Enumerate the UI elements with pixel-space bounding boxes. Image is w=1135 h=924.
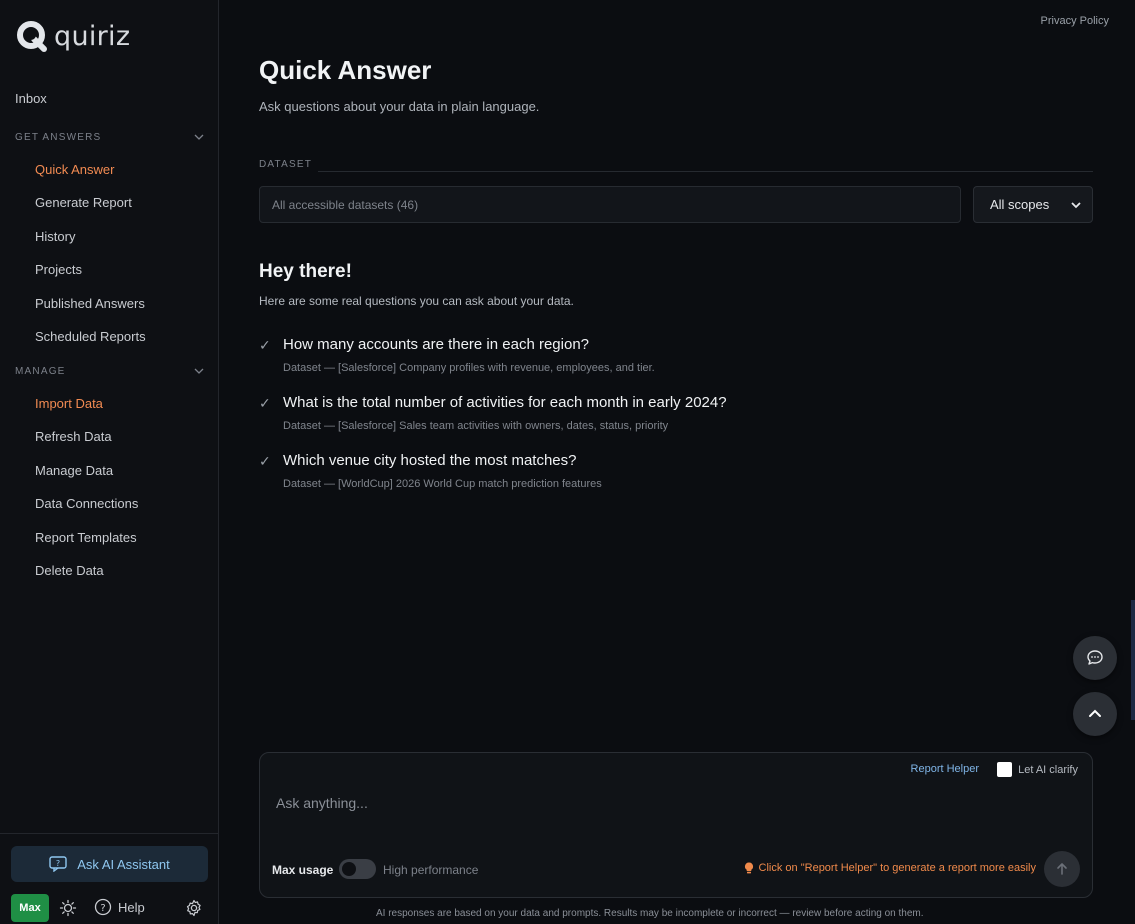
ai-disclaimer: AI responses are based on your data and … bbox=[376, 908, 924, 919]
send-button[interactable] bbox=[1044, 851, 1080, 887]
sidebar-item-generate-report[interactable]: Generate Report bbox=[35, 195, 132, 210]
page-title: Quick Answer bbox=[259, 55, 432, 85]
report-helper-link[interactable]: Report Helper bbox=[911, 763, 979, 775]
section-header-label: MANAGE bbox=[15, 365, 66, 377]
sidebar-item-inbox[interactable]: Inbox bbox=[15, 91, 47, 106]
scope-select-value: All scopes bbox=[990, 197, 1050, 212]
sidebar-item-quick-answer[interactable]: Quick Answer bbox=[35, 162, 114, 177]
dataset-search-input[interactable] bbox=[259, 186, 961, 223]
checkbox-box[interactable] bbox=[997, 762, 1013, 777]
check-icon: ✓ bbox=[259, 454, 271, 470]
question-text: What is the total number of activities f… bbox=[283, 394, 727, 411]
chevron-down-icon bbox=[194, 368, 204, 374]
sidebar-item-refresh-data[interactable]: Refresh Data bbox=[35, 429, 112, 444]
sidebar-item-delete-data[interactable]: Delete Data bbox=[35, 563, 104, 578]
greeting-subtitle: Here are some real questions you can ask… bbox=[259, 294, 574, 308]
greeting-heading: Hey there! bbox=[259, 261, 352, 282]
sidebar-item-import-data[interactable]: Import Data bbox=[35, 396, 103, 411]
composer: Report Helper Let AI clarify Max usage H… bbox=[259, 752, 1093, 898]
toggle-knob bbox=[342, 862, 356, 876]
dataset-divider bbox=[318, 171, 1093, 172]
privacy-policy-link[interactable]: Privacy Policy bbox=[1041, 15, 1109, 27]
question-dataset: Dataset — [Salesforce] Company profiles … bbox=[283, 362, 655, 374]
hint-text: Click on "Report Helper" to generate a r… bbox=[758, 862, 1036, 874]
page-subtitle: Ask questions about your data in plain l… bbox=[259, 99, 540, 114]
performance-toggle[interactable] bbox=[339, 859, 376, 879]
sidebar-item-manage-data[interactable]: Manage Data bbox=[35, 463, 113, 478]
gear-icon[interactable] bbox=[185, 899, 203, 917]
user-badge[interactable]: Max bbox=[11, 894, 49, 922]
sidebar-item-projects[interactable]: Projects bbox=[35, 262, 82, 277]
ask-ai-assistant-button[interactable]: ? Ask AI Assistant bbox=[11, 846, 208, 882]
question-dataset: Dataset — [WorldCup] 2026 World Cup matc… bbox=[283, 478, 602, 490]
clarify-label: Let AI clarify bbox=[1018, 763, 1078, 776]
sidebar-item-data-connections[interactable]: Data Connections bbox=[35, 496, 138, 511]
let-ai-clarify-checkbox[interactable]: Let AI clarify bbox=[997, 762, 1078, 777]
question-circle-icon: ? bbox=[94, 898, 112, 916]
sidebar-item-report-templates[interactable]: Report Templates bbox=[35, 530, 137, 545]
svg-text:?: ? bbox=[100, 903, 105, 914]
dataset-label: DATASET bbox=[259, 159, 313, 170]
chevron-up-icon bbox=[1089, 709, 1101, 717]
help-label: Help bbox=[118, 899, 145, 915]
question-dataset: Dataset — [Salesforce] Sales team activi… bbox=[283, 420, 669, 432]
chat-fab-button[interactable] bbox=[1073, 636, 1117, 680]
chevron-down-icon bbox=[194, 134, 204, 140]
logo-text: quiriz bbox=[54, 20, 131, 52]
section-header-manage[interactable]: MANAGE bbox=[15, 365, 205, 377]
chat-bubble-icon bbox=[1087, 650, 1103, 665]
question-text: How many accounts are there in each regi… bbox=[283, 336, 590, 353]
sidebar-item-published-answers[interactable]: Published Answers bbox=[35, 296, 145, 311]
lightbulb-icon bbox=[744, 862, 753, 874]
report-helper-hint: Click on "Report Helper" to generate a r… bbox=[744, 862, 1036, 874]
high-performance-label: High performance bbox=[383, 863, 479, 877]
chat-help-icon: ? bbox=[49, 856, 67, 872]
sun-icon[interactable] bbox=[59, 899, 77, 917]
question-text: Which venue city hosted the most matches… bbox=[283, 452, 577, 469]
sidebar: quiriz Inbox GET ANSWERS Quick Answer Ge… bbox=[0, 0, 219, 924]
check-icon: ✓ bbox=[259, 338, 271, 354]
logo[interactable]: quiriz bbox=[16, 20, 130, 52]
ask-ai-label: Ask AI Assistant bbox=[77, 856, 170, 872]
scope-select[interactable]: All scopes bbox=[973, 186, 1093, 223]
section-header-label: GET ANSWERS bbox=[15, 131, 102, 143]
scroll-top-button[interactable] bbox=[1073, 692, 1117, 736]
arrow-up-icon bbox=[1057, 863, 1067, 875]
ask-input[interactable] bbox=[276, 791, 1056, 815]
max-usage-label: Max usage bbox=[272, 863, 334, 877]
check-icon: ✓ bbox=[259, 396, 271, 412]
sidebar-item-history[interactable]: History bbox=[35, 229, 75, 244]
sidebar-item-scheduled-reports[interactable]: Scheduled Reports bbox=[35, 329, 146, 344]
quiriz-logo-icon bbox=[17, 21, 47, 52]
section-header-get-answers[interactable]: GET ANSWERS bbox=[15, 131, 205, 143]
edge-scroll-indicator bbox=[1131, 600, 1135, 720]
svg-text:?: ? bbox=[56, 859, 60, 868]
help-button[interactable]: ? Help bbox=[94, 898, 145, 916]
chevron-down-icon bbox=[1071, 201, 1081, 208]
